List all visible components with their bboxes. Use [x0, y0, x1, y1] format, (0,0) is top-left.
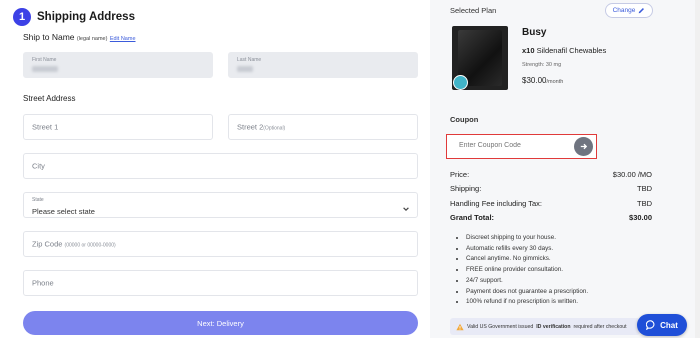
- ship-to-name: Ship to Name (legal name) Edit Name: [23, 32, 136, 42]
- legal-note: (legal name): [76, 36, 108, 42]
- city-field[interactable]: City: [23, 153, 418, 179]
- first-name-label: First Name: [32, 57, 57, 63]
- list-item: 100% refund if no prescription is writte…: [466, 297, 588, 308]
- plan-name: Busy: [522, 27, 547, 38]
- phone-field[interactable]: Phone: [23, 270, 418, 296]
- shipping-value: TBD: [637, 184, 652, 193]
- change-label: Change: [612, 7, 636, 14]
- next-delivery-button[interactable]: Next: Delivery: [23, 311, 418, 335]
- notice-suffix: required after checkout: [573, 323, 627, 330]
- shipping-label: Shipping:: [450, 184, 482, 193]
- section-title: Shipping Address: [37, 11, 135, 23]
- shipping-row: Shipping: TBD: [450, 184, 652, 193]
- street2-placeholder: Street 2(Optional): [237, 122, 286, 132]
- grand-total-row: Grand Total: $30.00: [450, 213, 652, 222]
- street1-field[interactable]: Street 1: [23, 114, 213, 140]
- list-item: FREE online provider consultation.: [466, 265, 588, 276]
- chat-button[interactable]: Chat: [637, 314, 687, 336]
- zip-field[interactable]: Zip Code (00000 or 00000-0000): [23, 231, 418, 257]
- shipping-form: 1 Shipping Address Ship to Name (legal n…: [0, 0, 430, 338]
- notice-prefix: Valid US Government issued: [467, 323, 534, 330]
- order-summary-panel: Selected Plan Change Busy x10 Sildenafil…: [430, 0, 700, 338]
- coupon-label: Coupon: [450, 115, 479, 124]
- selected-plan-heading: Selected Plan: [450, 6, 497, 15]
- list-item: Payment does not guarantee a prescriptio…: [466, 287, 588, 298]
- zip-placeholder: Zip Code (00000 or 00000-0000): [32, 239, 116, 249]
- last-name-value-redacted: [237, 66, 253, 72]
- list-item: 24/7 support.: [466, 276, 588, 287]
- product-image: [452, 26, 508, 90]
- street-address-heading: Street Address: [23, 94, 76, 103]
- plan-strength: Strength: 30 mg: [522, 62, 562, 68]
- edit-name-link[interactable]: Edit Name: [110, 36, 136, 42]
- notice-bold: ID verification: [536, 323, 571, 330]
- page-scrollbar[interactable]: [695, 0, 700, 338]
- id-verification-notice: Valid US Government issued ID verificati…: [450, 318, 640, 335]
- chat-bubble-icon: [646, 320, 655, 330]
- apply-coupon-button[interactable]: [574, 137, 593, 156]
- plan-price: $30.00/month: [522, 76, 564, 85]
- first-name-field[interactable]: First Name: [23, 52, 213, 78]
- coupon-input[interactable]: [459, 142, 569, 149]
- pencil-icon: [639, 8, 645, 14]
- state-select[interactable]: State Please select state: [23, 192, 418, 218]
- list-item: Cancel anytime. No gimmicks.: [466, 254, 588, 265]
- list-item: Automatic refills every 30 days.: [466, 244, 588, 255]
- chevron-down-icon: [403, 207, 409, 212]
- change-plan-button[interactable]: Change: [605, 3, 653, 18]
- perks-list: Discreet shipping to your house. Automat…: [460, 233, 588, 308]
- city-placeholder: City: [32, 161, 45, 171]
- grand-total-label: Grand Total:: [450, 213, 495, 222]
- handling-value: TBD: [637, 199, 652, 208]
- street1-placeholder: Street 1: [32, 122, 59, 132]
- state-value: Please select state: [32, 207, 95, 216]
- price-value: $30.00 /MO: [612, 170, 652, 179]
- warning-icon: [456, 323, 464, 330]
- step-badge: 1: [13, 8, 31, 26]
- ship-to-label: Ship to Name: [23, 32, 75, 42]
- grand-total-value: $30.00: [629, 213, 652, 222]
- handling-label: Handling Fee including Tax:: [450, 199, 543, 208]
- coupon-box: [446, 134, 597, 159]
- state-label: State: [32, 197, 44, 203]
- last-name-field[interactable]: Last Name: [228, 52, 418, 78]
- product-badge-icon: [453, 75, 468, 90]
- handling-row: Handling Fee including Tax: TBD: [450, 199, 652, 208]
- arrow-right-icon: [580, 143, 588, 150]
- street2-field[interactable]: Street 2(Optional): [228, 114, 418, 140]
- chat-label: Chat: [660, 320, 678, 330]
- plan-description: x10 Sildenafil Chewables: [522, 46, 607, 55]
- first-name-value-redacted: [32, 66, 58, 72]
- price-label: Price:: [450, 170, 470, 179]
- price-row: Price: $30.00 /MO: [450, 170, 652, 179]
- phone-placeholder: Phone: [32, 278, 54, 288]
- last-name-label: Last Name: [237, 57, 262, 63]
- list-item: Discreet shipping to your house.: [466, 233, 588, 244]
